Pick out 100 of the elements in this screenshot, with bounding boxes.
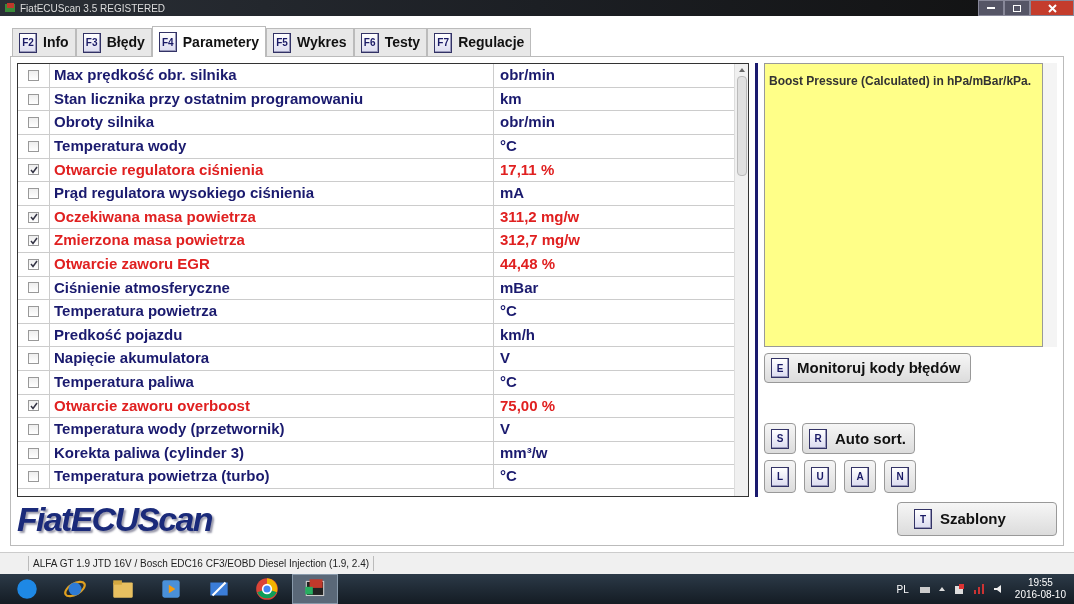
auto-sort-button[interactable]: R Auto sort. [802,423,915,455]
scrollbar[interactable] [734,64,748,497]
checkbox[interactable] [28,70,39,82]
checkbox[interactable] [28,423,39,435]
parameter-name: Temperatura wody [54,136,187,157]
tab[interactable]: F6 Testy [353,28,428,57]
parameter-value: 312,7 mg/w [500,230,581,251]
key-badge: N [891,466,909,487]
key-badge: U [811,466,829,487]
checkbox[interactable] [28,164,39,176]
check-icon [29,236,38,245]
parameter-name: Korekta paliwa (cylinder 3) [54,442,245,463]
key-badge: F4 [158,32,177,53]
checkbox[interactable] [28,93,39,105]
start-orb-icon [14,576,40,602]
language-indicator[interactable]: PL [896,581,909,597]
parameter-name: Temperatura powietrza [54,301,218,322]
close-button[interactable] [1030,0,1074,16]
clock-time: 19:55 [1027,577,1053,589]
key-button[interactable]: A [844,460,876,494]
parameter-name: Temperatura wody (przetwornik) [54,419,285,440]
scroll-up-icon[interactable] [738,68,745,73]
key-button[interactable]: U [804,460,836,494]
logo: FiatECUScan [17,498,212,540]
parameter-value: V [500,348,510,369]
key-badge: F2 [19,32,37,53]
checkbox[interactable] [28,400,39,412]
checkbox[interactable] [28,117,39,129]
parameter-name: Otwarcie zaworu EGR [54,254,210,275]
checkbox[interactable] [28,447,39,459]
checkbox[interactable] [28,235,39,247]
maximize-button[interactable] [1004,0,1030,16]
active-taskbar-button[interactable] [292,574,338,604]
checkbox[interactable] [28,140,39,152]
check-icon [29,213,38,222]
parameter-value: °C [500,136,517,157]
clock-date: 2016-08-10 [1014,589,1066,601]
status-text: ALFA GT 1.9 JTD 16V / Bosch EDC16 CF3/EOBD Diesel Injection (1.9, 2.4) [28,556,375,572]
parameter-name: Temperatura paliwa [54,372,194,392]
close-icon [1047,3,1057,13]
parameter-name: Oczekiwana masa powietrza [54,206,256,227]
key-badge: F7 [434,32,453,53]
parameter-name: Otwarcie zaworu overboost [54,395,250,416]
parameter-name: Max prędkość obr. silnika [54,65,237,86]
parameter-name: Predkość pojazdu [54,324,183,345]
parameter-value: °C [500,372,517,392]
parameter-name: Ciśnienie atmosferyczne [54,277,230,298]
tab[interactable]: F7 Regulacje [427,28,532,57]
parameter-value: mBar [500,277,539,298]
tab[interactable]: F3 Błędy [75,28,152,57]
app-icon [4,2,16,15]
checkbox[interactable] [28,329,39,341]
parameter-name: Napięcie akumulatora [54,348,210,369]
network-icon[interactable] [972,584,985,594]
key-badge: A [851,466,869,487]
description-text: Boost Pressure (Calculated) in hPa/mBar/kPa. [769,74,1032,89]
checkbox[interactable] [28,353,39,365]
key-badge: F6 [360,32,379,53]
checkbox[interactable] [28,188,39,199]
parameter-value: km [500,88,522,109]
parameter-value: V [500,419,510,440]
check-icon [29,165,38,174]
window-title: FiatECUScan 3.5 REGISTERED [20,1,166,16]
checkbox[interactable] [28,211,39,223]
checkbox[interactable] [28,282,39,294]
parameter-value: °C [500,466,517,487]
parameter-value: km/h [500,324,535,345]
parameter-value: mm³/w [500,442,548,463]
monitor-errors-button[interactable]: E Monitoruj kody błędów [764,353,972,384]
keyboard-icon[interactable] [918,584,931,594]
checkbox[interactable] [28,306,39,317]
parameter-value: 75,00 % [500,395,556,416]
check-icon [29,401,38,410]
parameter-name: Prąd regulatora wysokiego ciśnienia [54,183,315,204]
parameter-value: 311,2 mg/w [500,206,580,227]
key-badge: T [914,509,932,530]
minimize-button[interactable] [978,0,1004,16]
parameter-value: 17,11 % [500,159,555,180]
key-button[interactable]: S [764,423,796,455]
tab[interactable]: F4 Parametery [151,26,267,58]
scrollbar[interactable] [1043,63,1057,348]
tray-expand-icon[interactable] [938,586,945,592]
key-badge: F5 [273,32,292,53]
checkbox[interactable] [28,376,39,388]
key-badge: S [771,428,789,449]
checkbox[interactable] [28,258,39,270]
key-badge: R [809,428,827,449]
templates-button[interactable]: T Szablony [897,502,1057,537]
parameter-name: Otwarcie regulatora ciśnienia [54,159,264,180]
key-button[interactable]: N [884,460,916,494]
key-badge: L [771,466,789,487]
checkbox[interactable] [28,471,39,483]
parameter-value: °C [500,301,517,322]
key-button[interactable]: L [764,460,796,494]
check-icon [29,260,38,269]
tab[interactable]: F2 Info [12,28,76,57]
scroll-thumb[interactable] [736,76,747,177]
speaker-icon[interactable] [992,584,1003,594]
tab[interactable]: F5 Wykres [266,28,354,57]
parameter-name: Temperatura powietrza (turbo) [54,466,270,487]
